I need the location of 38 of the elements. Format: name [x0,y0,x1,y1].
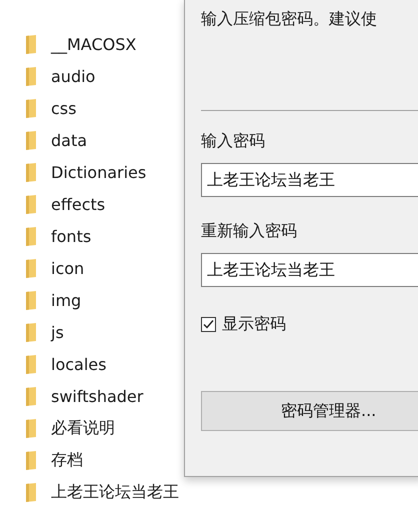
folder-name[interactable]: img [51,290,82,310]
folder-name[interactable]: fonts [51,226,92,246]
folder-name[interactable]: icon [51,258,84,278]
folder-name[interactable]: css [51,98,76,118]
folder-icon [25,386,37,406]
dialog-description: 输入压缩包密码。建议使 [201,9,377,30]
password-label: 输入密码 [201,131,265,152]
folder-icon [25,98,37,118]
folder-name[interactable]: Dictionaries [51,162,146,182]
repeat-password-label: 重新输入密码 [201,221,297,242]
show-password-checkbox[interactable] [201,317,216,332]
folder-icon [25,66,37,86]
folder-icon [25,226,37,246]
folder-icon [25,258,37,278]
folder-name[interactable]: swiftshader [51,386,144,406]
folder-name[interactable]: __MACOSX [51,34,136,54]
password-field[interactable]: 上老王论坛当老王 [201,163,418,197]
folder-name[interactable]: audio [51,66,96,86]
folder-name[interactable]: locales [51,354,106,374]
folder-icon [25,482,37,502]
folder-icon [25,34,37,54]
show-password-label: 显示密码 [222,314,286,335]
repeat-password-field[interactable]: 上老王论坛当老王 [201,253,418,287]
folder-icon [25,450,37,470]
folder-icon [25,290,37,310]
folder-icon [25,418,37,438]
folder-name[interactable]: effects [51,194,106,214]
folder-name[interactable]: 存档 [51,450,83,470]
folder-icon [25,162,37,182]
folder-name[interactable]: 上老王论坛当老王 [51,482,179,502]
folder-icon [25,322,37,342]
folder-icon [25,130,37,150]
folder-name[interactable]: js [51,322,64,342]
folder-name[interactable]: data [51,130,88,150]
folder-icon [25,354,37,374]
password-manager-button[interactable]: 密码管理器... [201,391,418,431]
folder-icon [25,194,37,214]
folder-name[interactable]: 必看说明 [51,418,115,438]
